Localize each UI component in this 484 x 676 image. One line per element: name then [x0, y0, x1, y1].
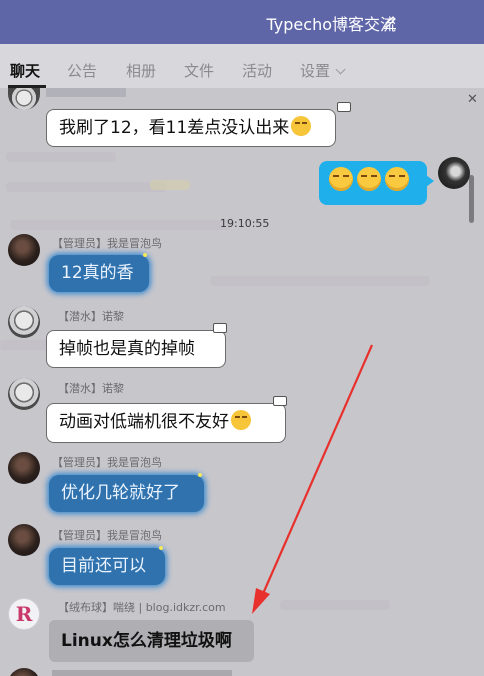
chat-window: Typecho博客交流 聊天 公告 相册 文件 活动 设置 ✕ 我刷了12，看1… [0, 0, 484, 676]
annotation-arrow [252, 344, 374, 614]
